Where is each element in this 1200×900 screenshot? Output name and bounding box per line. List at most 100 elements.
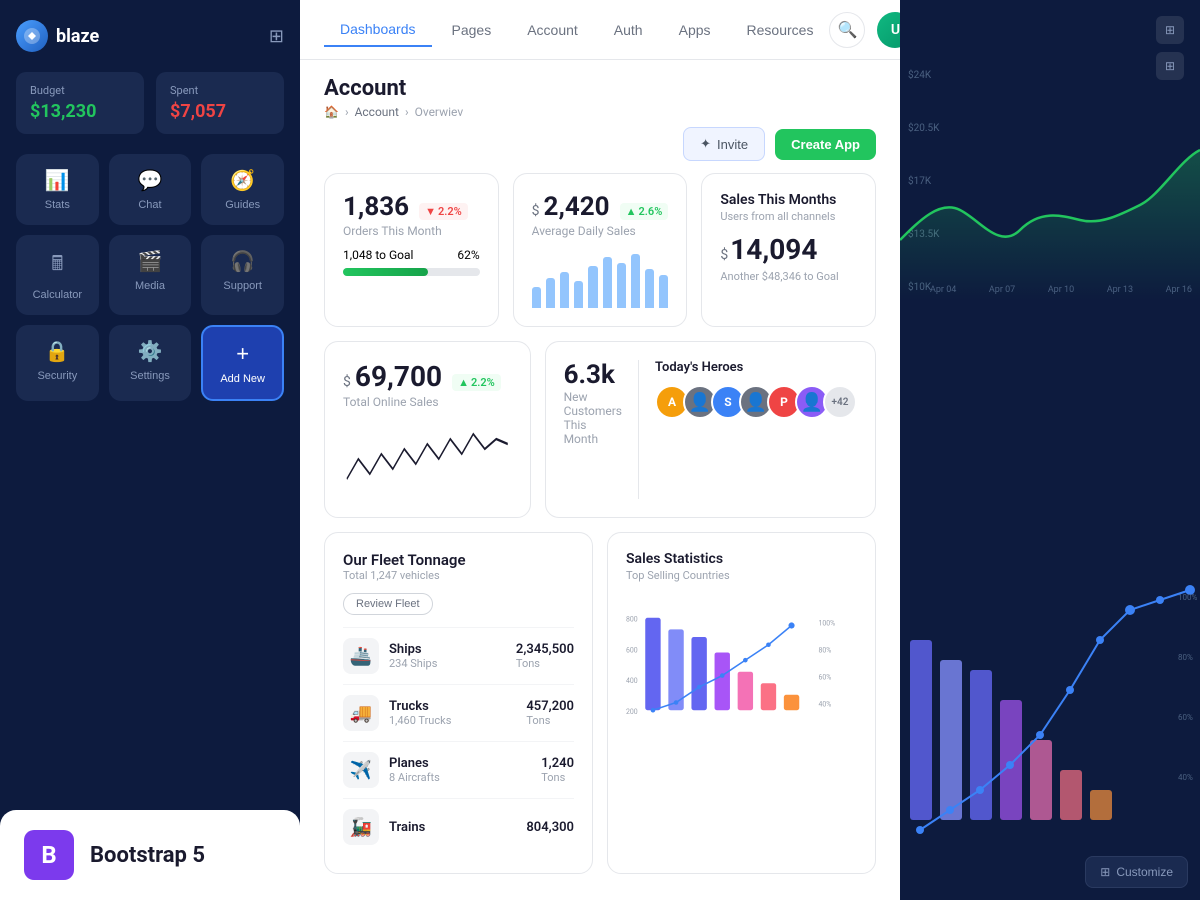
progress-bar-fill bbox=[343, 268, 428, 276]
bar-1 bbox=[532, 287, 541, 308]
up-icon: ▲ bbox=[626, 205, 637, 218]
tab-resources[interactable]: Resources bbox=[731, 13, 830, 47]
ships-unit: Tons bbox=[516, 657, 574, 670]
svg-text:200: 200 bbox=[626, 708, 638, 716]
sidebar-grid: 📊 Stats 💬 Chat 🧭 Guides 🖩 Calculator 🎬 M… bbox=[16, 154, 284, 401]
svg-text:40%: 40% bbox=[1178, 773, 1193, 782]
trains-name: Trains bbox=[389, 820, 425, 835]
trucks-icon: 🚚 bbox=[343, 695, 379, 731]
svg-text:800: 800 bbox=[626, 616, 638, 624]
svg-text:60%: 60% bbox=[1178, 713, 1193, 722]
fleet-row-trucks: 🚚 Trucks 1,460 Trucks 457,200 Tons bbox=[343, 684, 574, 741]
heroes-avatars: A 👤 S 👤 P 👤 +42 bbox=[655, 385, 857, 419]
trucks-value: 457,200 bbox=[526, 699, 574, 714]
budget-row: Budget $13,230 Spent $7,057 bbox=[16, 72, 284, 134]
sidebar-item-guides[interactable]: 🧭 Guides bbox=[201, 154, 284, 225]
sales-month-sub: Users from all channels bbox=[720, 210, 857, 223]
green-line-chart bbox=[900, 60, 1200, 280]
svg-text:400: 400 bbox=[626, 677, 638, 685]
svg-text:600: 600 bbox=[626, 646, 638, 654]
bar-10 bbox=[659, 275, 668, 308]
sidebar-item-stats[interactable]: 📊 Stats bbox=[16, 154, 99, 225]
bar-4 bbox=[574, 281, 583, 308]
new-customers-section: 6.3k New Customers This Month bbox=[564, 360, 622, 499]
guides-label: Guides bbox=[225, 199, 260, 211]
sales-dollar: $ bbox=[720, 247, 728, 263]
new-customers-label: New Customers This Month bbox=[564, 390, 622, 446]
sidebar-item-chat[interactable]: 💬 Chat bbox=[109, 154, 192, 225]
chat-label: Chat bbox=[138, 199, 161, 211]
bar-2 bbox=[546, 278, 555, 308]
budget-value: $13,230 bbox=[30, 101, 130, 122]
create-app-button[interactable]: Create App bbox=[775, 129, 876, 160]
tab-pages[interactable]: Pages bbox=[436, 13, 508, 47]
review-fleet-button[interactable]: Review Fleet bbox=[343, 593, 433, 615]
online-sales-badge: ▲ 2.2% bbox=[452, 374, 501, 391]
x-label-1: Apr 04 bbox=[930, 285, 956, 295]
invite-button[interactable]: ✦ Invite bbox=[683, 127, 765, 161]
orders-value: 1,836 bbox=[343, 192, 409, 222]
budget-card: Budget $13,230 bbox=[16, 72, 144, 134]
calculator-label: Calculator bbox=[33, 289, 83, 301]
sales-stats-chart: 800 600 400 200 bbox=[626, 594, 857, 734]
search-button[interactable]: 🔍 bbox=[829, 12, 865, 48]
sidebar-item-support[interactable]: 🎧 Support bbox=[201, 235, 284, 315]
fleet-sub: Total 1,247 vehicles bbox=[343, 569, 574, 582]
sidebar-header: blaze ⊞ bbox=[16, 20, 284, 52]
breadcrumb-account[interactable]: Account bbox=[355, 105, 399, 119]
customize-button[interactable]: ⊞ Customize bbox=[1085, 856, 1188, 888]
support-label: Support bbox=[223, 280, 262, 292]
orders-label: Orders This Month bbox=[343, 224, 480, 238]
stats-row: 1,836 ▼ 2.2% Orders This Month 1,048 to … bbox=[324, 173, 876, 327]
breadcrumb-sep1: › bbox=[345, 105, 349, 119]
menu-icon[interactable]: ⊞ bbox=[269, 26, 284, 47]
chart-x-axis: Apr 04 Apr 07 Apr 10 Apr 13 Apr 16 bbox=[930, 285, 1192, 295]
sidebar-item-calculator[interactable]: 🖩 Calculator bbox=[16, 235, 99, 315]
trucks-name: Trucks bbox=[389, 699, 451, 714]
right-panel: ⊞ ⊞ $24K $20.5K $17K $13.5K $10K Apr 04 … bbox=[900, 0, 1200, 900]
online-sales-value: 69,700 bbox=[355, 360, 442, 393]
tab-dashboards[interactable]: Dashboards bbox=[324, 13, 432, 47]
bar-5 bbox=[588, 266, 597, 308]
x-label-4: Apr 13 bbox=[1107, 285, 1133, 295]
x-label-5: Apr 16 bbox=[1166, 285, 1192, 295]
sidebar-item-settings[interactable]: ⚙️ Settings bbox=[109, 325, 192, 401]
fleet-row-planes-left: ✈️ Planes 8 Aircrafts bbox=[343, 752, 440, 788]
planes-unit: Tons bbox=[541, 771, 574, 784]
trains-value: 804,300 bbox=[526, 820, 574, 835]
planes-icon: ✈️ bbox=[343, 752, 379, 788]
trains-icon: 🚂 bbox=[343, 809, 379, 845]
tab-apps[interactable]: Apps bbox=[663, 13, 727, 47]
bar-8 bbox=[631, 254, 640, 308]
bootstrap-label: Bootstrap 5 bbox=[90, 843, 205, 868]
breadcrumb: 🏠 › Account › Overwiev bbox=[324, 105, 876, 119]
settings-icon: ⚙️ bbox=[138, 339, 163, 364]
search-icon: 🔍 bbox=[837, 20, 857, 39]
daily-sales-badge: ▲ 2.6% bbox=[620, 203, 669, 220]
page-header: Account 🏠 › Account › Overwiev bbox=[300, 60, 900, 127]
tab-auth[interactable]: Auth bbox=[598, 13, 659, 47]
page-title: Account bbox=[324, 76, 876, 101]
svg-text:80%: 80% bbox=[1178, 653, 1193, 662]
breadcrumb-sep2: › bbox=[405, 105, 409, 119]
fleet-row-planes: ✈️ Planes 8 Aircrafts 1,240 Tons bbox=[343, 741, 574, 798]
calculator-icon: 🖩 bbox=[51, 249, 63, 283]
trucks-count: 1,460 Trucks bbox=[389, 714, 451, 727]
tab-account[interactable]: Account bbox=[511, 13, 594, 47]
daily-sales-card: $ 2,420 ▲ 2.6% Average Daily Sales bbox=[513, 173, 688, 327]
stats-icon: 📊 bbox=[45, 168, 70, 193]
dollar-prefix: $ bbox=[532, 203, 540, 219]
svg-text:80%: 80% bbox=[819, 646, 832, 654]
svg-text:100%: 100% bbox=[819, 620, 836, 628]
sidebar-item-security[interactable]: 🔒 Security bbox=[16, 325, 99, 401]
panel-control-1[interactable]: ⊞ bbox=[1156, 16, 1184, 44]
progress-header: 1,048 to Goal 62% bbox=[343, 248, 480, 262]
user-avatar[interactable]: U bbox=[877, 12, 900, 48]
media-label: Media bbox=[135, 280, 165, 292]
action-row: ✦ Invite Create App bbox=[300, 127, 900, 173]
sidebar-item-add-new[interactable]: + Add New bbox=[201, 325, 284, 401]
settings-label: Settings bbox=[130, 370, 170, 382]
svg-text:40%: 40% bbox=[819, 700, 832, 708]
sidebar-item-media[interactable]: 🎬 Media bbox=[109, 235, 192, 315]
heroes-section: Today's Heroes A 👤 S 👤 P bbox=[638, 360, 857, 499]
